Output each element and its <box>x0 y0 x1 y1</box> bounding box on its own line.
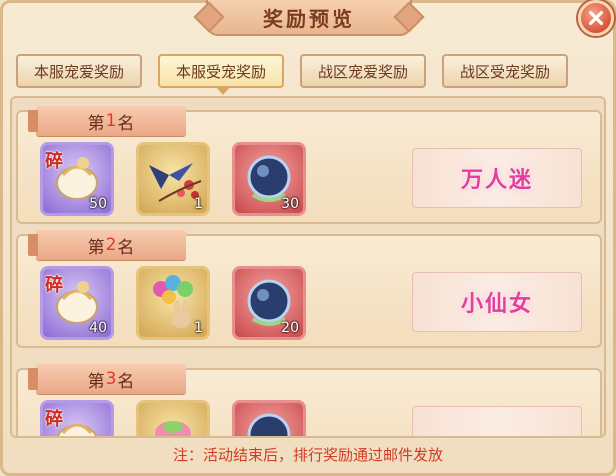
reward-item[interactable] <box>232 400 306 436</box>
shard-label: 碎 <box>45 151 63 172</box>
rank-ribbon: 第2名 <box>28 230 186 260</box>
title-reward-banner: 小仙女 <box>412 272 582 332</box>
rank-reward-list[interactable]: 第1名 碎 50 1 30 万人迷 第 2 名 碎 40 1 20 小仙女 第 … <box>10 96 606 438</box>
tab-label: 本服宠爱奖励 <box>33 62 124 81</box>
tab-zone-favored[interactable]: 战区受宠奖励 <box>442 54 568 88</box>
tab-label: 战区受宠奖励 <box>459 62 550 81</box>
tab-label: 战区宠爱奖励 <box>317 62 408 81</box>
rank-card-1: 第1名 碎 50 1 30 万人迷 <box>16 106 602 224</box>
item-count: 1 <box>194 196 203 212</box>
tab-bar: 本服宠爱奖励 本服受宠奖励 战区宠爱奖励 战区受宠奖励 <box>16 54 576 95</box>
rank-suffix: 名 <box>117 237 135 258</box>
shard-label: 碎 <box>45 409 63 430</box>
title-plate: 奖励预览 <box>206 0 412 36</box>
rank-number: 1 <box>105 111 117 131</box>
item-count: 30 <box>281 196 299 212</box>
rank-ribbon: 第3名 <box>28 364 186 394</box>
footer-note: 注：活动结束后，排行奖励通过邮件发放 <box>172 446 443 464</box>
rank-number: 2 <box>105 235 117 255</box>
reward-item[interactable]: 1 <box>136 266 210 340</box>
close-button[interactable] <box>578 0 614 36</box>
title-reward-text: 小仙女 <box>460 291 533 317</box>
title-reward-banner <box>412 406 582 436</box>
item-count: 1 <box>194 320 203 336</box>
reward-item[interactable]: 1 <box>136 142 210 216</box>
tab-label: 本服受宠奖励 <box>175 62 266 81</box>
title-reward-banner: 万人迷 <box>412 148 582 208</box>
window-title: 奖励预览 <box>263 6 355 31</box>
rank-prefix: 第 <box>87 237 105 258</box>
item-count: 20 <box>281 320 299 336</box>
title-reward-text: 万人迷 <box>460 167 533 193</box>
close-icon <box>589 11 603 25</box>
reward-item[interactable]: 30 <box>232 142 306 216</box>
item-count: 50 <box>89 196 107 212</box>
shard-label: 碎 <box>45 275 63 296</box>
reward-item[interactable]: 碎 <box>40 400 114 436</box>
rank-prefix: 第 <box>87 113 105 134</box>
rank-suffix: 名 <box>117 371 135 392</box>
butterfly-orb-icon <box>247 413 291 436</box>
rank-prefix: 第 <box>87 371 105 392</box>
reward-item[interactable]: 碎 40 <box>40 266 114 340</box>
item-count: 40 <box>89 320 107 336</box>
rank-suffix: 名 <box>117 113 135 134</box>
gift-icon <box>155 421 191 436</box>
reward-item[interactable]: 碎 50 <box>40 142 114 216</box>
reward-item[interactable] <box>136 400 210 436</box>
rank-card-2: 第2名 碎 40 1 20 小仙女 <box>16 230 602 348</box>
rank-card-3: 第3名 碎 <box>16 364 602 436</box>
rank-number: 3 <box>105 369 117 389</box>
rank-ribbon: 第1名 <box>28 106 186 136</box>
tab-server-favor[interactable]: 本服宠爱奖励 <box>16 54 142 88</box>
tab-server-favored[interactable]: 本服受宠奖励 <box>158 54 284 95</box>
reward-item[interactable]: 20 <box>232 266 306 340</box>
tab-zone-favor[interactable]: 战区宠爱奖励 <box>300 54 426 88</box>
